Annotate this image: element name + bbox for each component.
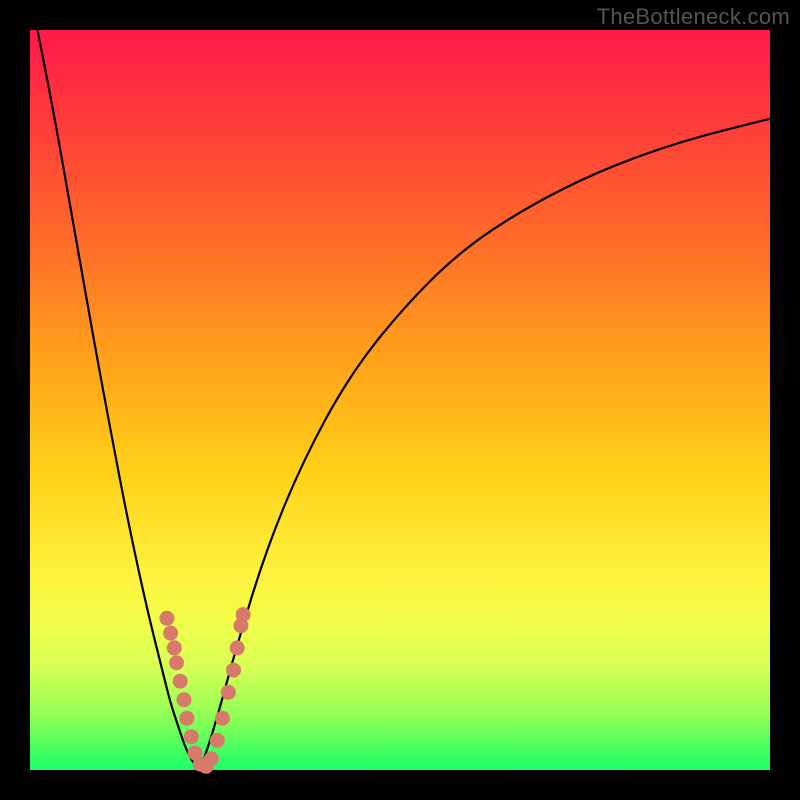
curve-layer xyxy=(30,30,770,770)
marker-dot xyxy=(215,711,230,726)
watermark-label: TheBottleneck.com xyxy=(597,4,790,30)
marker-dot xyxy=(176,692,191,707)
marker-dot xyxy=(230,640,245,655)
marker-dot xyxy=(169,655,184,670)
marker-dot xyxy=(179,711,194,726)
chart-frame: TheBottleneck.com xyxy=(0,0,800,800)
marker-dot xyxy=(226,663,241,678)
marker-dot xyxy=(204,751,219,766)
marker-cluster xyxy=(159,607,250,774)
marker-dot xyxy=(184,729,199,744)
plot-area xyxy=(30,30,770,770)
marker-dot xyxy=(221,685,236,700)
marker-dot xyxy=(167,640,182,655)
marker-dot xyxy=(173,674,188,689)
marker-dot xyxy=(236,607,251,622)
marker-dot xyxy=(159,611,174,626)
marker-dot xyxy=(163,626,178,641)
marker-dot xyxy=(210,733,225,748)
curve-right-branch xyxy=(200,119,770,770)
